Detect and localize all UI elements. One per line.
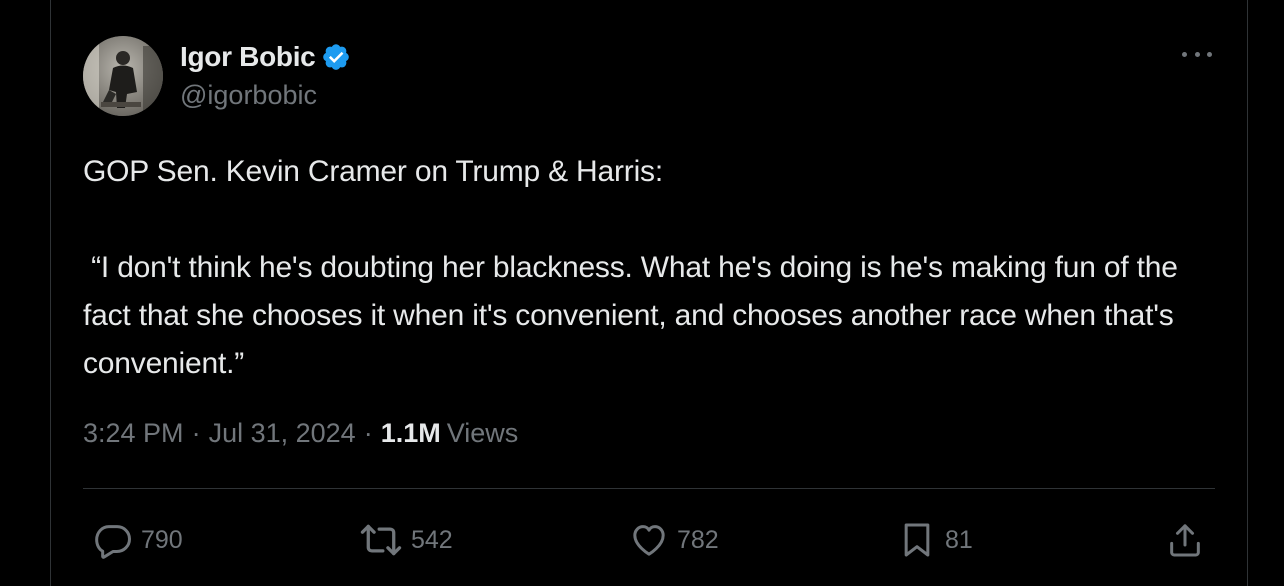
reply-button[interactable]: 790 bbox=[93, 512, 183, 568]
display-name[interactable]: Igor Bobic bbox=[180, 41, 316, 73]
like-button[interactable]: 782 bbox=[629, 512, 719, 568]
bookmark-count: 81 bbox=[945, 525, 973, 554]
reply-icon bbox=[93, 520, 133, 560]
tweet-text-quote: “I don't think he's doubting her blackne… bbox=[83, 251, 1186, 380]
bookmark-button[interactable]: 81 bbox=[897, 512, 973, 568]
repost-button[interactable]: 542 bbox=[359, 512, 453, 568]
views-label: Views bbox=[446, 418, 519, 448]
author-handle[interactable]: @igorbobic bbox=[180, 80, 317, 111]
tweet-text: GOP Sen. Kevin Cramer on Trump & Harris:… bbox=[83, 148, 1193, 388]
avatar[interactable] bbox=[83, 36, 163, 116]
repost-icon bbox=[359, 520, 403, 560]
author-name-row[interactable]: Igor Bobic bbox=[180, 40, 351, 74]
reply-count: 790 bbox=[141, 525, 183, 554]
repost-count: 542 bbox=[411, 525, 453, 554]
tweet-date[interactable]: Jul 31, 2024 bbox=[209, 418, 356, 449]
share-button[interactable] bbox=[1165, 512, 1205, 568]
share-icon bbox=[1165, 520, 1205, 560]
tweet-time[interactable]: 3:24 PM bbox=[83, 418, 184, 449]
action-bar: 790 542 782 81 bbox=[83, 512, 1215, 568]
like-icon bbox=[629, 520, 669, 560]
verified-badge-icon bbox=[321, 42, 351, 72]
tweet-meta: 3:24 PM · Jul 31, 2024 · 1.1M Views bbox=[83, 418, 519, 449]
tweet-text-line1: GOP Sen. Kevin Cramer on Trump & Harris: bbox=[83, 155, 663, 188]
like-count: 782 bbox=[677, 525, 719, 554]
views-count: 1.1M bbox=[380, 418, 441, 448]
bookmark-icon bbox=[897, 520, 937, 560]
more-icon[interactable] bbox=[1180, 42, 1214, 66]
divider bbox=[83, 488, 1215, 489]
